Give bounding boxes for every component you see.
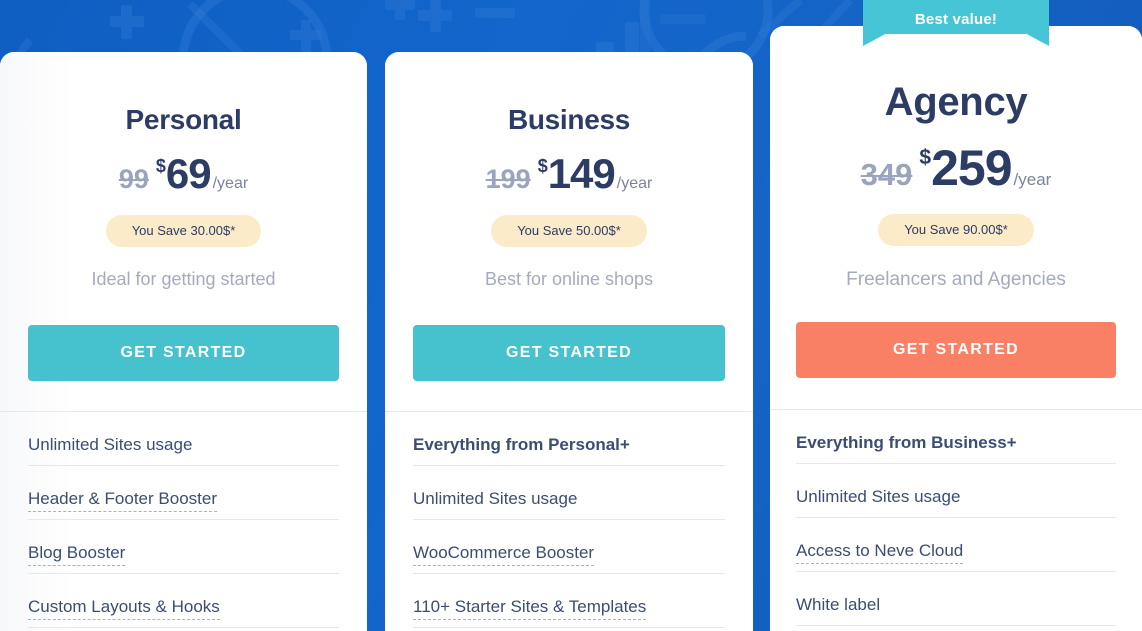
cta-wrapper: GET STARTED (0, 325, 367, 381)
get-started-button-business[interactable]: GET STARTED (413, 325, 725, 381)
currency-symbol: $ (919, 146, 932, 169)
feature-item: Access to Neve Cloud (796, 518, 1116, 572)
feature-item: Custom Layouts & Hooks (28, 574, 339, 628)
get-started-button-agency[interactable]: GET STARTED (796, 322, 1116, 378)
savings-badge: You Save 30.00$* (105, 215, 262, 247)
feature-item: Unlimited Sites usage (413, 466, 725, 520)
current-price: 69 (165, 150, 212, 197)
feature-list-personal: Unlimited Sites usage Header & Footer Bo… (0, 411, 367, 631)
cta-wrapper: GET STARTED (770, 322, 1142, 378)
feature-label[interactable]: WooCommerce Booster (413, 543, 595, 566)
cta-wrapper: GET STARTED (385, 325, 753, 381)
pricing-card-personal: Personal 99 $ 69 /year You Save 30.00$* … (0, 52, 367, 631)
original-price: 99 (118, 164, 149, 194)
feature-item: Unlimited Sites usage (796, 464, 1116, 518)
feature-item: Everything from Business+ (796, 410, 1116, 464)
get-started-button-personal[interactable]: GET STARTED (28, 325, 339, 381)
billing-period: /year (1013, 170, 1052, 189)
plan-header-agency: Agency 349 $ 259 /year You Save 90.00$* … (770, 26, 1142, 291)
feature-label: White label (796, 595, 881, 614)
current-price: 149 (547, 150, 616, 197)
feature-list-business: Everything from Personal+ Unlimited Site… (385, 411, 753, 631)
plan-header-personal: Personal 99 $ 69 /year You Save 30.00$* … (0, 52, 367, 290)
pricing-card-agency: Best value! Agency 349 $ 259 /year You S… (770, 0, 1142, 631)
original-price: 349 (860, 157, 913, 192)
feature-item: Unlimited Sites usage (28, 412, 339, 466)
currency-symbol: $ (155, 156, 166, 176)
plan-description: Freelancers and Agencies (846, 269, 1066, 290)
plan-title: Business (507, 104, 631, 135)
feature-item: Everything from Personal+ (413, 412, 725, 466)
feature-item: 110+ Starter Sites & Templates (413, 574, 725, 628)
feature-item: WooCommerce Booster (413, 520, 725, 574)
feature-label[interactable]: Blog Booster (28, 543, 126, 566)
feature-label[interactable]: Access to Neve Cloud (796, 541, 964, 564)
price-row: 99 $ 69 /year (30, 150, 337, 198)
plan-header-business: Business 199 $ 149 /year You Save 50.00$… (385, 52, 753, 290)
pricing-cards: Personal 99 $ 69 /year You Save 30.00$* … (0, 0, 1142, 631)
savings-badge: You Save 50.00$* (491, 215, 647, 247)
plan-title: Personal (125, 104, 242, 135)
feature-item: White label (796, 572, 1116, 626)
feature-label[interactable]: Custom Layouts & Hooks (28, 597, 220, 620)
feature-label: Everything from Business+ (796, 433, 1017, 452)
billing-period: /year (212, 175, 249, 192)
feature-item: Header & Footer Booster (28, 466, 339, 520)
price-row: 199 $ 149 /year (415, 150, 723, 198)
feature-label[interactable]: 110+ Starter Sites & Templates (413, 597, 647, 620)
plan-description: Best for online shops (484, 269, 654, 289)
feature-label: Unlimited Sites usage (413, 489, 578, 508)
feature-label: Everything from Personal+ (413, 435, 630, 454)
pricing-section: Personal 99 $ 69 /year You Save 30.00$* … (0, 0, 1142, 631)
original-price: 199 (485, 164, 531, 194)
savings-badge: You Save 90.00$* (878, 214, 1034, 246)
feature-label[interactable]: Header & Footer Booster (28, 489, 217, 512)
current-price: 259 (931, 140, 1012, 196)
price-row: 349 $ 259 /year (800, 139, 1112, 197)
feature-list-agency: Everything from Business+ Unlimited Site… (770, 409, 1142, 631)
plan-description: Ideal for getting started (91, 269, 276, 289)
feature-label: Unlimited Sites usage (796, 487, 961, 506)
billing-period: /year (616, 175, 653, 192)
feature-label: Unlimited Sites usage (28, 435, 193, 454)
currency-symbol: $ (537, 156, 548, 176)
feature-item: Blog Booster (28, 520, 339, 574)
plan-title: Agency (884, 80, 1028, 124)
pricing-card-business: Business 199 $ 149 /year You Save 50.00$… (385, 52, 753, 631)
feature-item: VIP Support (796, 626, 1116, 631)
